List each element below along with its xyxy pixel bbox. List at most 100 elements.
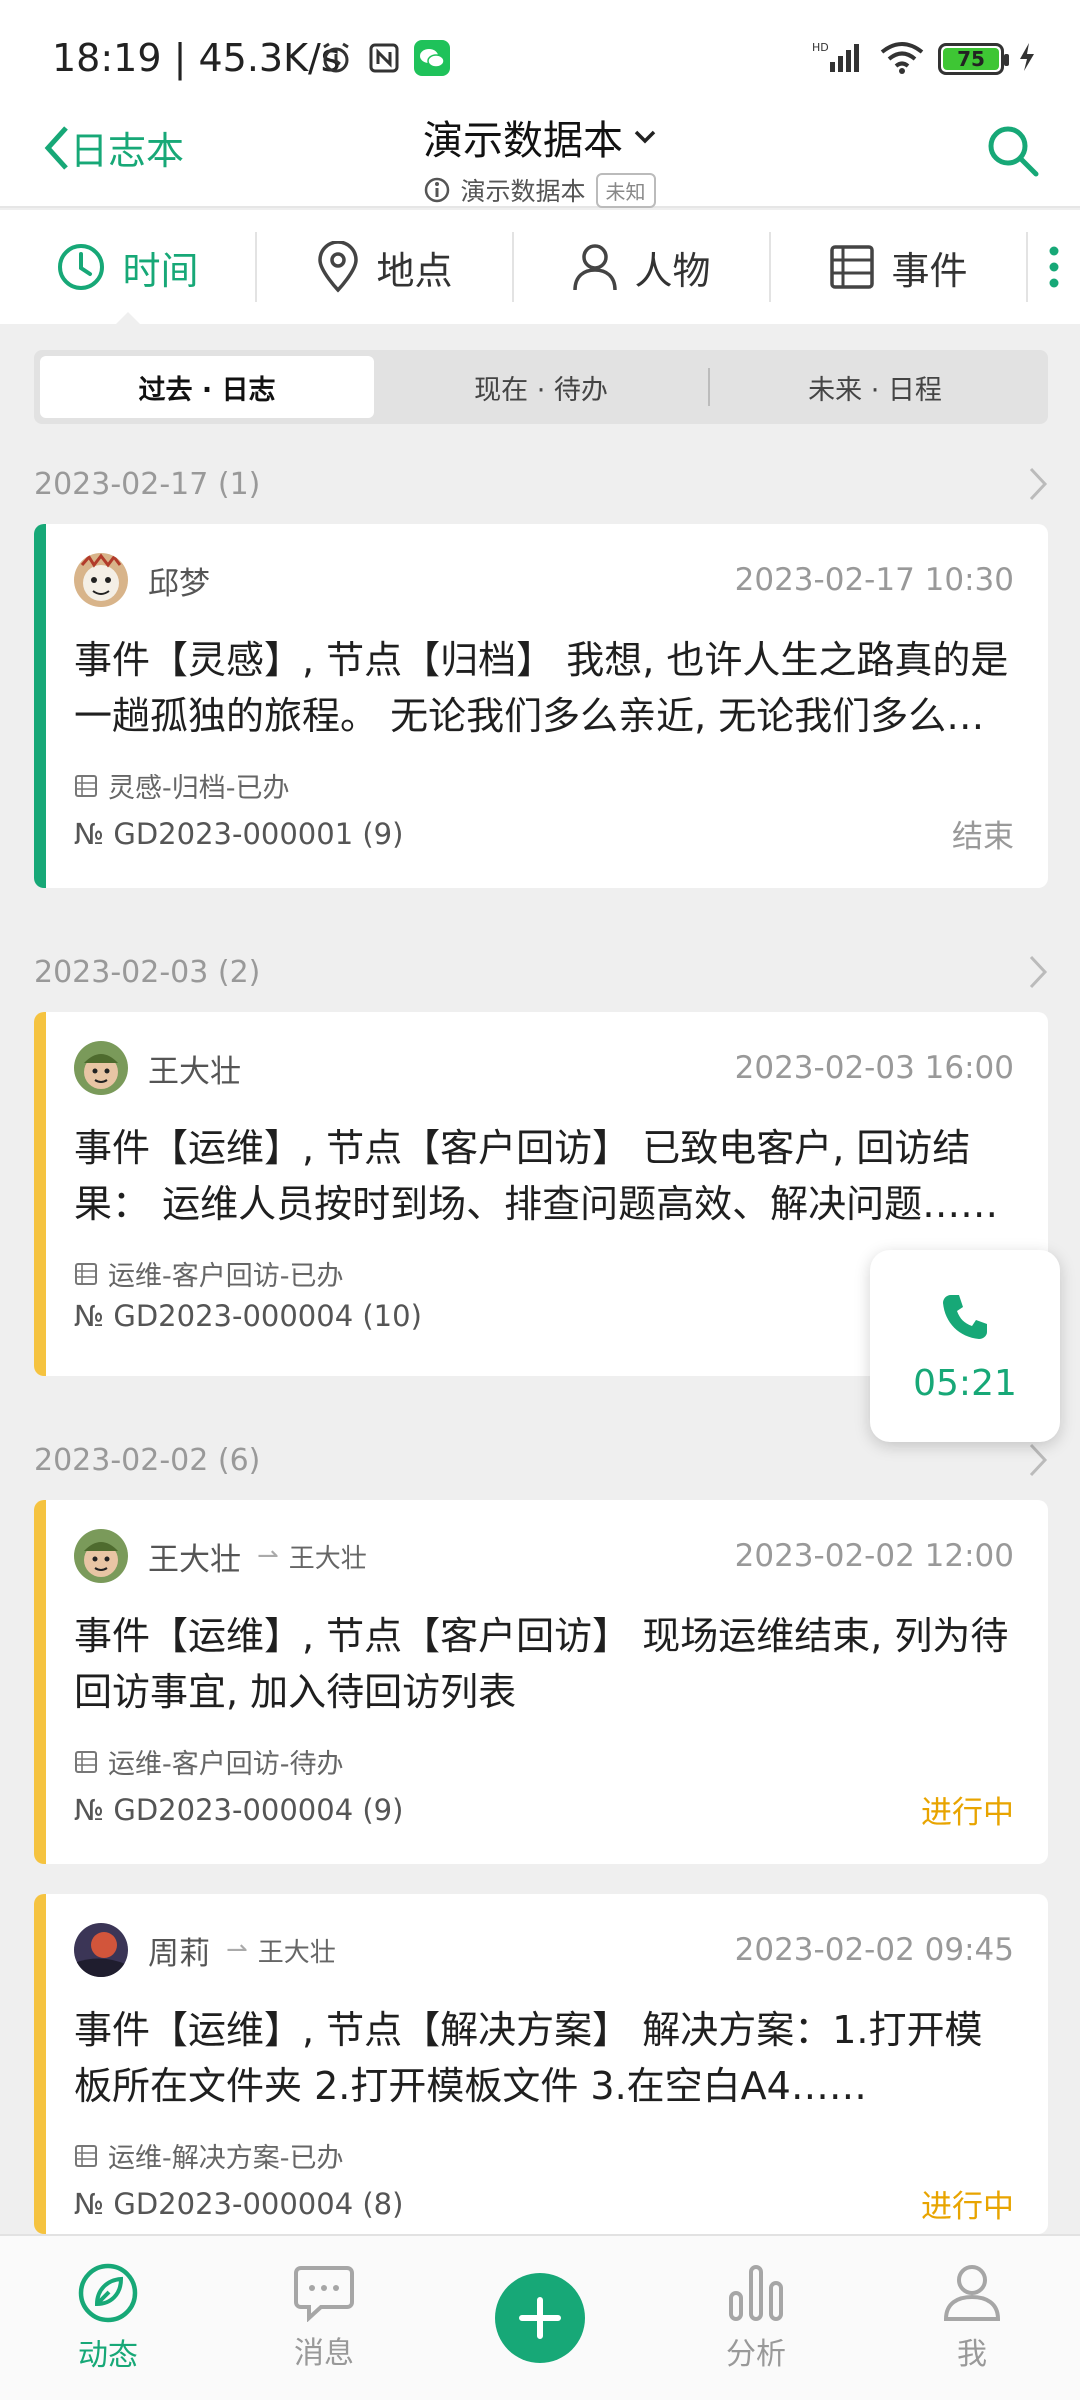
segment-past-log[interactable]: 过去 · 日志 <box>40 356 374 418</box>
status-time: 18:19 | 45.3K/s <box>52 36 341 80</box>
tab-label: 人物 <box>634 248 711 293</box>
date-group-header[interactable]: 2023-02-17 (1) <box>34 466 1048 502</box>
avatar <box>74 1529 128 1583</box>
add-button[interactable] <box>495 2273 585 2363</box>
entry-category: 灵感-归档-已办 <box>108 773 290 804</box>
list-icon <box>75 2144 97 2167</box>
list-icon <box>830 245 875 289</box>
segment-now-todo[interactable]: 现在 · 待办 <box>374 356 708 418</box>
card-accent-bar <box>34 1012 46 1376</box>
log-entry-card[interactable]: 周莉 ⇀ 王大壮 2023-02-02 09:45 事件【运维】, 节点【解决方… <box>34 1894 1048 2234</box>
status-bar: 18:19 | 45.3K/s HD 75 <box>0 0 1080 100</box>
entry-author: 王大壮 <box>148 1053 241 1090</box>
nav-label: 分析 <box>726 2337 786 2372</box>
entry-status: 进行中 <box>921 2189 1014 2225</box>
entry-number: № GD2023-000004 (8) <box>74 2186 404 2221</box>
user-icon <box>943 2265 1001 2321</box>
alarm-icon <box>318 40 354 76</box>
list-icon <box>75 774 97 797</box>
entry-number: № GD2023-000004 (10) <box>74 1299 422 1333</box>
location-pin-icon <box>318 241 359 293</box>
nav-add[interactable] <box>432 2236 648 2400</box>
battery-indicator: 75 <box>938 43 1009 75</box>
entry-author: 王大壮 <box>148 1541 241 1578</box>
entry-author: 邱梦 <box>148 565 210 602</box>
person-icon <box>573 244 618 291</box>
entry-category: 运维-解决方案-已办 <box>108 2143 344 2174</box>
log-entry-card[interactable]: 王大壮 ⇀ 王大壮 2023-02-02 12:00 事件【运维】, 节点【客户… <box>34 1500 1048 1864</box>
nav-feed[interactable]: 动态 <box>0 2236 216 2400</box>
bar-chart-icon <box>729 2265 783 2321</box>
log-entry-card[interactable]: 邱梦 2023-02-17 10:30 事件【灵感】, 节点【归档】 我想, 也… <box>34 524 1048 888</box>
chevron-right-icon <box>1029 955 1048 989</box>
period-segmented-control: 过去 · 日志 现在 · 待办 未来 · 日程 <box>34 350 1048 424</box>
bottom-navigation: 动态 消息 分析 我 <box>0 2234 1080 2400</box>
wechat-icon <box>414 40 450 76</box>
entry-time: 2023-02-17 10:30 <box>734 562 1014 598</box>
charging-icon <box>1018 42 1036 76</box>
nav-messages[interactable]: 消息 <box>216 2236 432 2400</box>
forward-arrow-icon: ⇀ <box>257 1541 279 1571</box>
clock-icon <box>58 244 105 290</box>
svg-text:HD: HD <box>812 41 829 54</box>
info-icon <box>425 177 450 203</box>
list-icon <box>75 1750 97 1773</box>
phone-icon <box>943 1294 987 1339</box>
notebook-title-dropdown[interactable]: 演示数据本 <box>423 108 657 166</box>
nav-analytics[interactable]: 分析 <box>648 2236 864 2400</box>
view-tabs: 时间 地点 人物 事件 <box>0 210 1080 324</box>
avatar <box>74 1041 128 1095</box>
search-icon <box>988 126 1039 177</box>
entry-category: 运维-客户回访-已办 <box>108 1261 344 1292</box>
entry-content: 事件【运维】, 节点【客户回访】 已致电客户, 回访结果： 运维人员按时到场、排… <box>74 1126 999 1226</box>
segment-future-schedule[interactable]: 未来 · 日程 <box>708 356 1042 418</box>
entry-content: 事件【运维】, 节点【客户回访】 现场运维结束, 列为待回访事宜, 加入待回访列… <box>74 1614 1009 1714</box>
tab-location[interactable]: 地点 <box>257 232 514 302</box>
more-button[interactable] <box>1028 245 1080 289</box>
group-date: 2023-02-17 (1) <box>34 466 261 502</box>
app-header: 日志本 演示数据本 演示数据本 未知 <box>0 100 1080 208</box>
list-icon <box>75 1262 97 1285</box>
chat-bubble-icon <box>294 2266 354 2322</box>
nav-label: 我 <box>957 2337 987 2372</box>
card-accent-bar <box>34 1894 46 2234</box>
entry-time: 2023-02-02 12:00 <box>734 1538 1014 1574</box>
entry-content: 事件【灵感】, 节点【归档】 我想, 也许人生之路真的是一趟孤独的旅程。 无论我… <box>74 638 1009 738</box>
tab-time[interactable]: 时间 <box>0 232 257 302</box>
nav-label: 消息 <box>294 2336 354 2371</box>
avatar <box>74 553 128 607</box>
tab-people[interactable]: 人物 <box>514 232 771 302</box>
status-badge: 未知 <box>595 172 656 208</box>
date-group-header[interactable]: 2023-02-03 (2) <box>34 954 1048 990</box>
tab-label: 地点 <box>376 248 453 293</box>
nfc-icon <box>366 40 402 76</box>
chevron-right-icon <box>1029 1443 1048 1477</box>
tab-events[interactable]: 事件 <box>771 232 1028 302</box>
forward-arrow-icon: ⇀ <box>226 1935 248 1965</box>
entry-time: 2023-02-03 16:00 <box>734 1050 1014 1086</box>
signal-icon: HD <box>812 40 866 78</box>
entry-author: 周莉 <box>148 1935 210 1972</box>
more-vertical-icon <box>1049 246 1059 288</box>
search-button[interactable] <box>984 122 1040 182</box>
entry-content: 事件【运维】, 节点【解决方案】 解决方案：1.打开模板所在文件夹 2.打开模板… <box>74 2008 983 2108</box>
tab-label: 事件 <box>891 248 968 293</box>
plus-icon <box>519 2297 561 2339</box>
entry-number: № GD2023-000001 (9) <box>74 816 404 851</box>
card-accent-bar <box>34 524 46 888</box>
call-floating-widget[interactable]: 05:21 <box>870 1250 1060 1442</box>
tab-label: 时间 <box>122 248 199 293</box>
entry-status: 进行中 <box>921 1795 1014 1831</box>
call-timer: 05:21 <box>913 1362 1017 1404</box>
entry-status: 结束 <box>952 819 1014 855</box>
date-group-header[interactable]: 2023-02-02 (6) <box>34 1442 1048 1478</box>
chevron-right-icon <box>1029 467 1048 501</box>
entry-target: 王大壮 <box>257 1937 336 1968</box>
card-accent-bar <box>34 1500 46 1864</box>
nav-label: 动态 <box>78 2338 138 2373</box>
chevron-down-icon <box>634 130 656 144</box>
entry-category: 运维-客户回访-待办 <box>108 1749 344 1780</box>
nav-me[interactable]: 我 <box>864 2236 1080 2400</box>
entry-time: 2023-02-02 09:45 <box>734 1932 1014 1968</box>
active-tab-pointer <box>116 312 140 324</box>
